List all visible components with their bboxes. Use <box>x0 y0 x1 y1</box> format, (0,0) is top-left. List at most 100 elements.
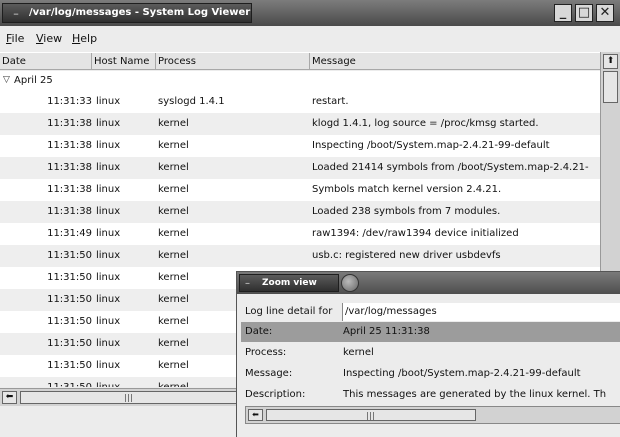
zoom-field-label: Message: <box>245 368 293 379</box>
thumb-grip <box>125 394 126 402</box>
zoom-field-value: April 25 11:31:38 <box>343 326 430 337</box>
log-time: 11:31:38 <box>47 140 92 151</box>
zoom-field-message: Message: Inspecting /boot/System.map-2.4… <box>241 364 620 384</box>
column-header-message[interactable]: Message <box>310 53 600 70</box>
zoom-horizontal-scroll-thumb[interactable] <box>266 409 476 421</box>
log-host: linux <box>96 316 121 327</box>
column-header-process[interactable]: Process <box>156 53 310 70</box>
log-time: 11:31:50 <box>47 272 92 283</box>
log-row[interactable]: 11:31:38 linux kernel Loaded 21414 symbols … <box>0 157 600 179</box>
menu-view-label: iew <box>43 32 63 45</box>
zoom-title-tab: – Zoom view <box>239 274 339 292</box>
thumb-grip <box>367 412 368 420</box>
log-time: 11:31:50 <box>47 338 92 349</box>
scroll-up-arrow-icon[interactable]: ⬆ <box>603 54 618 69</box>
zoom-scroll-left-arrow-icon[interactable]: ⬅ <box>248 409 263 421</box>
zoom-field-value: This messages are generated by the linux… <box>343 389 607 400</box>
app-swirl-icon <box>341 274 359 292</box>
log-process: kernel <box>158 206 189 217</box>
zoom-field-description: Description: This messages are generated… <box>241 385 620 405</box>
zoom-field-label: Process: <box>245 347 287 358</box>
log-row[interactable]: 11:31:49 linux kernel raw1394: /dev/raw1394… <box>0 223 600 245</box>
zoom-field-date: Date: April 25 11:31:38 <box>241 322 620 342</box>
log-message: Loaded 238 symbols from 7 modules. <box>312 206 501 217</box>
log-process: kernel <box>158 338 189 349</box>
title-bar[interactable]: – /var/log/messages - System Log Viewer … <box>0 0 620 26</box>
log-row[interactable]: 11:31:38 linux kernel Inspecting /boot/Syst… <box>0 135 600 157</box>
menu-file[interactable]: File <box>6 32 24 45</box>
thumb-grip <box>370 412 371 420</box>
log-row[interactable]: 11:31:38 linux kernel Symbols match kernel … <box>0 179 600 201</box>
title-tab: – /var/log/messages - System Log Viewer <box>2 3 252 23</box>
log-process: kernel <box>158 360 189 371</box>
zoom-title-bar[interactable]: – Zoom view <box>237 272 620 294</box>
log-process: kernel <box>158 184 189 195</box>
log-host: linux <box>96 228 121 239</box>
thumb-grip <box>131 394 132 402</box>
zoom-field-label: Description: <box>245 389 306 400</box>
log-time: 11:31:49 <box>47 228 92 239</box>
log-time: 11:31:50 <box>47 294 92 305</box>
log-time: 11:31:50 <box>0 382 92 387</box>
log-message: usb.c: registered new driver usbdevfs <box>312 250 501 261</box>
zoom-field-process: Process: kernel <box>241 343 620 363</box>
log-process: syslogd 1.4.1 <box>158 96 225 107</box>
close-button[interactable]: ✕ <box>596 4 614 22</box>
thumb-grip <box>373 412 374 420</box>
zoom-path-field: /var/log/messages <box>342 303 620 321</box>
log-row[interactable]: 11:31:38 linux kernel klogd 1.4.1, log sour… <box>0 113 600 135</box>
log-row[interactable]: 11:31:38 linux kernel Loaded 238 symbols fr… <box>0 201 600 223</box>
zoom-window-title: Zoom view <box>262 278 317 288</box>
log-host: linux <box>96 96 121 107</box>
log-time: 11:31:50 <box>47 250 92 261</box>
log-process: kernel <box>158 162 189 173</box>
column-header-date[interactable]: Date <box>0 53 92 70</box>
column-header-bar: Date Host Name Process Message <box>0 52 600 70</box>
log-row[interactable]: 11:31:33 linux syslogd 1.4.1 restart. <box>0 91 600 113</box>
zoom-field-label: Date: <box>245 326 273 337</box>
log-message: Inspecting /boot/System.map-2.4.21-99-de… <box>312 140 550 151</box>
date-group-row[interactable]: ▽ April 25 <box>0 71 600 91</box>
maximize-button[interactable]: □ <box>575 4 593 22</box>
thumb-grip <box>128 394 129 402</box>
log-row[interactable]: 11:31:50 linux kernel usb.c: registered new… <box>0 245 600 267</box>
zoom-window-menu-icon[interactable]: – <box>245 278 250 289</box>
log-time: 11:31:38 <box>47 118 92 129</box>
log-host: linux <box>96 184 121 195</box>
expander-icon[interactable]: ▽ <box>3 75 10 85</box>
log-time: 11:31:50 <box>47 360 92 371</box>
log-time: 11:31:50 <box>47 316 92 327</box>
log-process: kernel <box>158 118 189 129</box>
zoom-field-value: Inspecting /boot/System.map-2.4.21-99-de… <box>343 368 581 379</box>
log-host: linux <box>96 338 121 349</box>
log-process: kernel <box>158 294 189 305</box>
zoom-horizontal-scrollbar[interactable]: ⬅ <box>245 406 620 424</box>
menu-help[interactable]: Help <box>72 32 97 45</box>
log-time: 11:31:33 <box>47 96 92 107</box>
log-viewer-window: – /var/log/messages - System Log Viewer … <box>0 0 620 437</box>
log-process: kernel <box>158 140 189 151</box>
menu-help-label: elp <box>80 32 98 45</box>
vertical-scroll-thumb[interactable] <box>603 71 618 103</box>
horizontal-scroll-thumb[interactable] <box>20 391 238 404</box>
scroll-left-arrow-icon[interactable]: ⬅ <box>2 391 17 404</box>
log-message: Symbols match kernel version 2.4.21. <box>312 184 502 195</box>
log-host: linux <box>96 118 121 129</box>
log-message: klogd 1.4.1, log source = /proc/kmsg sta… <box>312 118 539 129</box>
window-menu-icon[interactable]: – <box>9 8 23 20</box>
date-group-label: April 25 <box>14 75 53 86</box>
log-process: kernel <box>158 382 189 387</box>
zoom-field-value: kernel <box>343 347 374 358</box>
minimize-button[interactable]: _ <box>554 4 572 22</box>
column-header-host[interactable]: Host Name <box>92 53 156 70</box>
log-host: linux <box>96 382 120 387</box>
log-process: kernel <box>158 250 189 261</box>
log-host: linux <box>96 360 121 371</box>
log-host: linux <box>96 206 121 217</box>
log-process: kernel <box>158 228 189 239</box>
log-host: linux <box>96 162 121 173</box>
log-time: 11:31:38 <box>47 184 92 195</box>
menu-view[interactable]: View <box>36 32 62 45</box>
zoom-path-value: /var/log/messages <box>345 306 437 317</box>
log-message: Loaded 21414 symbols from /boot/System.m… <box>312 162 589 173</box>
